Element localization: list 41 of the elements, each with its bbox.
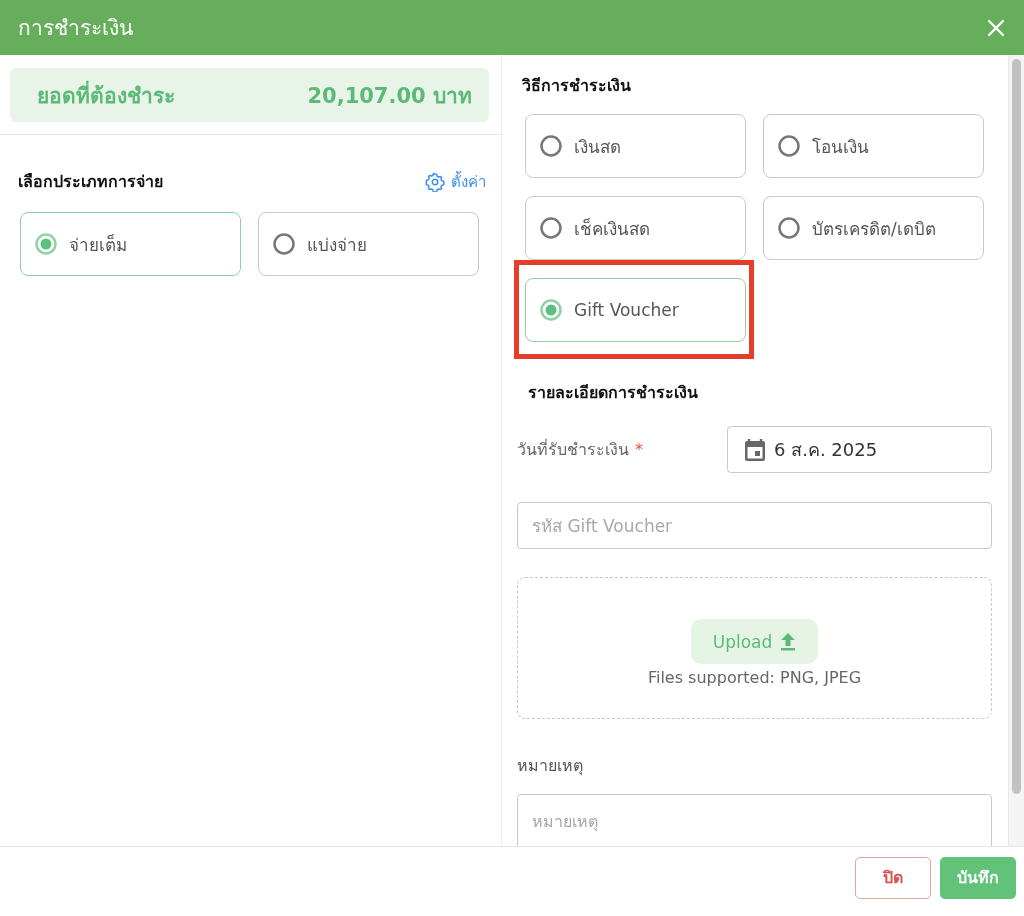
radio-option[interactable]: Gift Voucher [525, 278, 746, 342]
radio-option[interactable]: แบ่งจ่าย [258, 212, 479, 276]
voucher-code-field[interactable]: รหัส Gift Voucher [517, 502, 992, 549]
remarks-label: หมายเหตุ [517, 755, 584, 778]
remarks-field[interactable]: หมายเหตุ [517, 794, 992, 846]
radio-icon [35, 233, 57, 255]
settings-icon [425, 171, 445, 192]
close-icon[interactable] [986, 17, 1006, 38]
radio-option[interactable]: โอนเงิน [763, 114, 984, 178]
upload-dropzone[interactable]: Upload Files supported: PNG, JPEG [517, 577, 992, 719]
radio-option[interactable]: เช็คเงินสด [525, 196, 746, 260]
option-label: โอนเงิน [812, 135, 869, 159]
option-label: แบ่งจ่าย [307, 233, 367, 257]
option-label: จ่ายเต็ม [69, 233, 127, 257]
option-label: บัตรเครดิต/เดบิต [812, 217, 936, 241]
amount-due-value: 20,107.00 บาท [307, 82, 472, 110]
upload-hint: Files supported: PNG, JPEG [647, 668, 862, 687]
section-title: วิธีการชำระเงิน [522, 75, 632, 97]
option-label: เงินสด [574, 135, 621, 159]
required-mark: * [635, 440, 643, 459]
upload-icon [780, 632, 797, 651]
radio-icon [540, 299, 562, 321]
radio-option[interactable]: เงินสด [525, 114, 746, 178]
section-title: รายละเอียดการชำระเงิน [528, 382, 699, 404]
calendar-icon [744, 437, 766, 462]
dialog-title: การชำระเงิน [18, 15, 133, 42]
radio-option[interactable]: บัตรเครดิต/เดบิต [763, 196, 984, 260]
radio-icon [273, 233, 295, 255]
option-label: เช็คเงินสด [574, 217, 650, 241]
radio-icon [778, 135, 800, 157]
radio-option[interactable]: จ่ายเต็ม [20, 212, 241, 276]
section-title: เลือกประเภทการจ่าย [18, 171, 163, 193]
amount-due-label: ยอดที่ต้องชำระ [37, 78, 175, 112]
radio-icon [540, 217, 562, 239]
date-label: วันที่รับชำระเงิน [517, 440, 629, 459]
date-field[interactable]: 6 ส.ค. 2025 [727, 426, 992, 473]
scrollbar[interactable] [1008, 55, 1024, 846]
radio-icon [778, 217, 800, 239]
option-label: Gift Voucher [574, 300, 679, 320]
radio-icon [540, 135, 562, 157]
close-button[interactable]: ปิด [855, 856, 931, 899]
